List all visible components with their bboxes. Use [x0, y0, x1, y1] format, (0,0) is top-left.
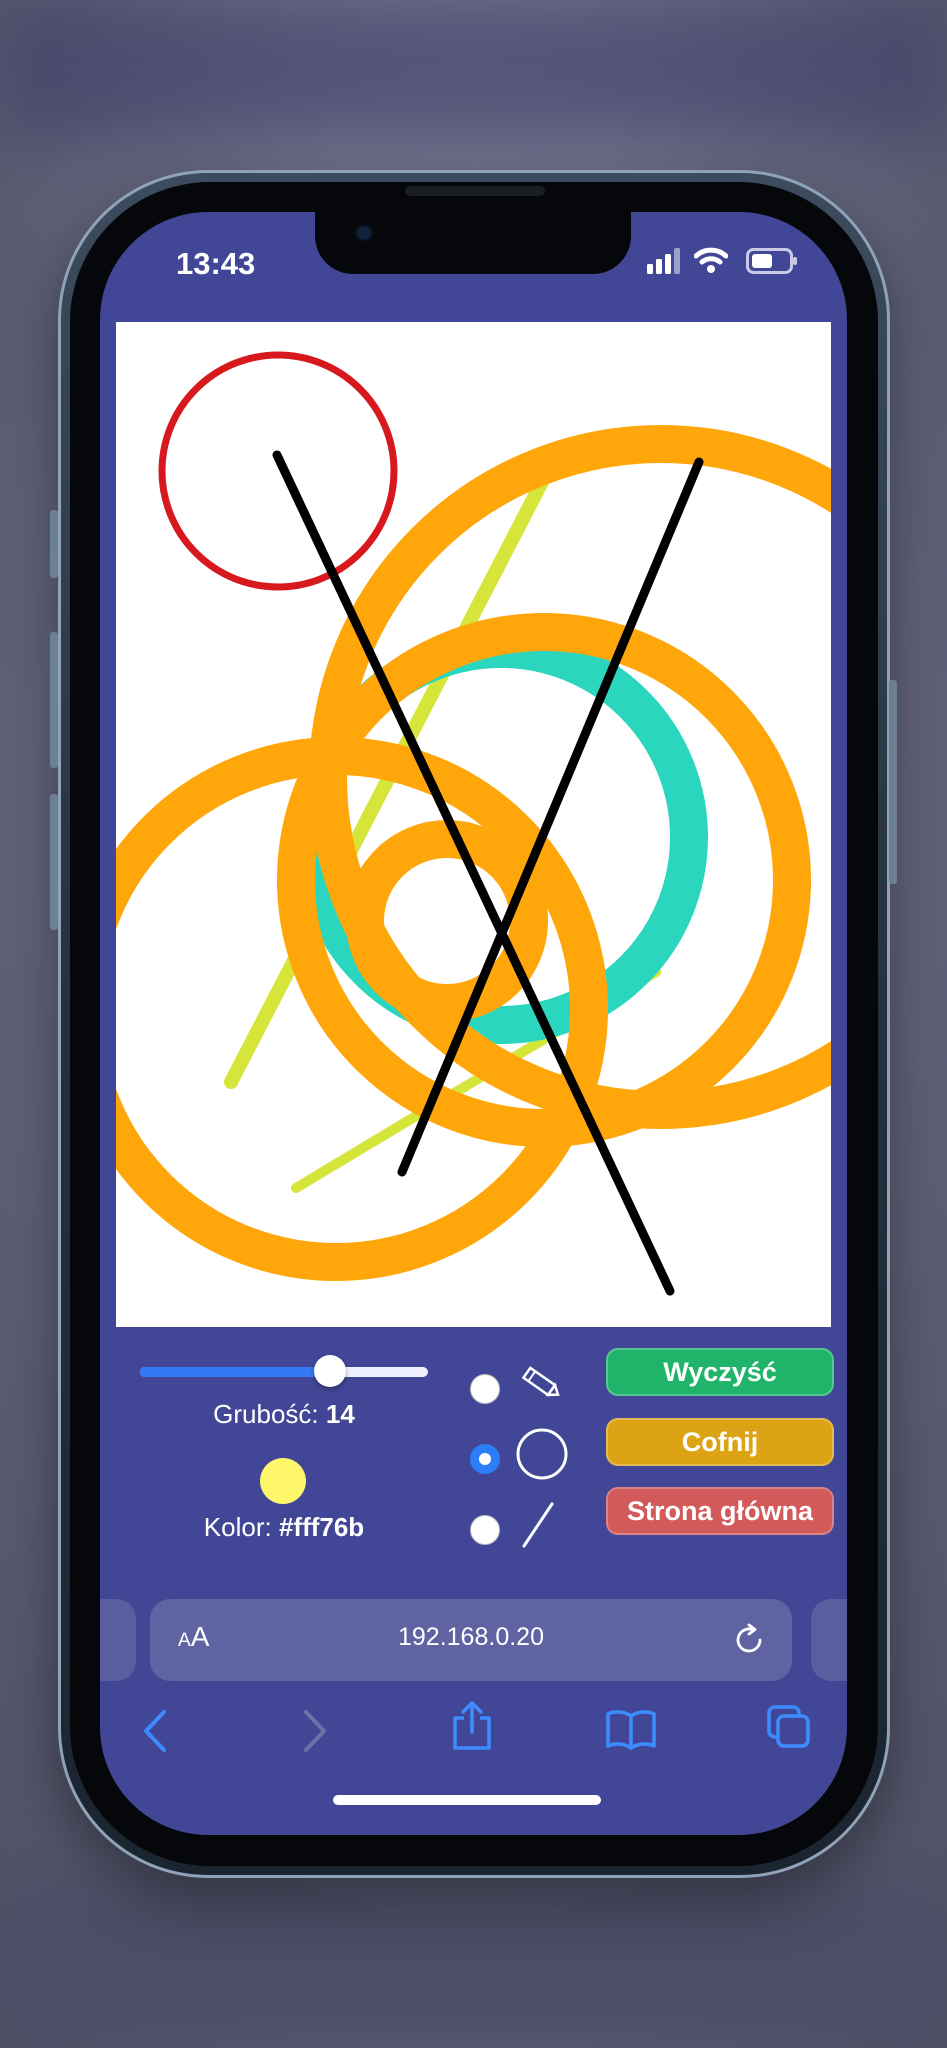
- volume-down-button: [50, 794, 58, 930]
- thickness-slider-fill: [140, 1367, 331, 1377]
- tabs-icon[interactable]: [766, 1704, 812, 1750]
- undo-button[interactable]: Cofnij: [606, 1418, 834, 1466]
- bookmarks-icon[interactable]: [605, 1708, 657, 1750]
- battery-icon: [746, 248, 797, 274]
- radio-line[interactable]: [470, 1515, 500, 1545]
- background-blur-bottom: [0, 1880, 947, 2048]
- clear-button[interactable]: Wyczyść: [606, 1348, 834, 1396]
- thickness-label-text: Grubość:: [213, 1399, 319, 1429]
- drawn-circle-red: [158, 351, 398, 591]
- background-blur-top: [0, 0, 947, 140]
- radio-circle[interactable]: [470, 1444, 500, 1474]
- earpiece-speaker: [405, 186, 545, 196]
- thickness-label: Grubość: 14: [140, 1399, 428, 1430]
- line-icon: [522, 1502, 554, 1548]
- front-camera: [357, 226, 371, 240]
- pencil-icon: [521, 1366, 560, 1397]
- thickness-value: 14: [325, 1399, 355, 1429]
- color-value: #fff76b: [278, 1512, 365, 1542]
- cellular-signal-icon: [647, 248, 680, 274]
- circle-icon: [516, 1428, 568, 1480]
- radio-pencil[interactable]: [470, 1374, 500, 1404]
- notch: [315, 212, 631, 274]
- address-bar[interactable]: AA 192.168.0.20: [150, 1599, 792, 1681]
- share-icon[interactable]: [449, 1700, 495, 1752]
- next-tab-peek[interactable]: [811, 1599, 847, 1681]
- color-label: Kolor: #fff76b: [140, 1512, 428, 1543]
- thickness-slider-thumb[interactable]: [314, 1355, 347, 1387]
- phone-screen: 13:43 Grubość: 14 Kolor: #fff76b Wyczyść…: [100, 212, 847, 1835]
- home-page-button[interactable]: Strona główna: [606, 1487, 834, 1535]
- color-label-text: Kolor:: [203, 1512, 272, 1542]
- status-time: 13:43: [176, 246, 256, 281]
- mute-switch: [50, 510, 58, 578]
- color-swatch[interactable]: [260, 1458, 306, 1504]
- home-indicator: [333, 1795, 601, 1805]
- forward-icon[interactable]: [300, 1708, 330, 1754]
- reload-icon[interactable]: [732, 1623, 766, 1657]
- thickness-slider[interactable]: [140, 1355, 428, 1387]
- volume-up-button: [50, 632, 58, 768]
- previous-tab-peek[interactable]: [100, 1599, 136, 1681]
- url-text: 192.168.0.20: [398, 1623, 544, 1651]
- back-icon[interactable]: [140, 1708, 170, 1754]
- power-button: [889, 680, 897, 884]
- drawing-canvas[interactable]: [116, 322, 831, 1327]
- wifi-icon: [694, 247, 728, 273]
